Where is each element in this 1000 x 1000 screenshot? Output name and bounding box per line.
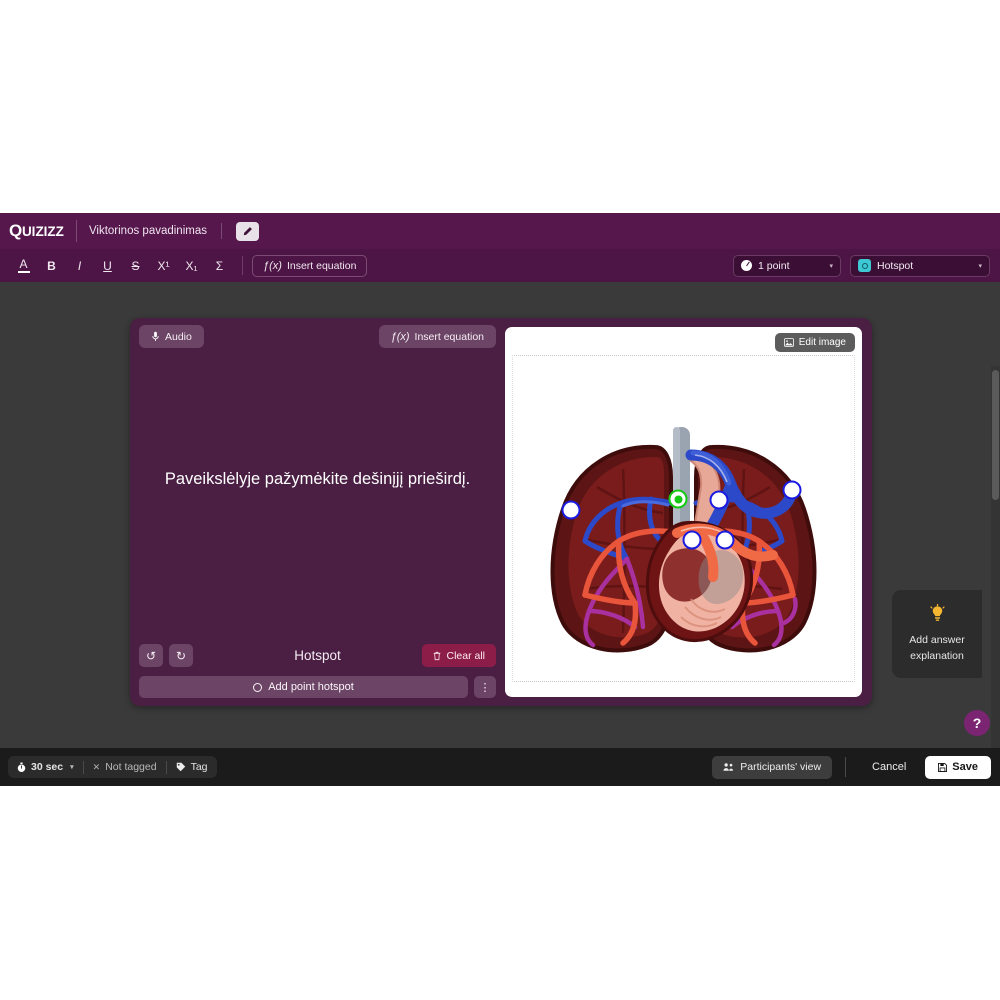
insert-equation-button[interactable]: ƒ(x) Insert equation (252, 254, 368, 277)
participants-view-button[interactable]: Participants' view (712, 755, 833, 779)
points-value: 1 point (758, 259, 790, 272)
hotspot-left-lung[interactable] (561, 500, 581, 520)
question-type-select[interactable]: Hotspot ▾ (850, 254, 990, 277)
trash-icon (434, 651, 441, 660)
lungs-heart-illustration (505, 327, 862, 697)
fx-icon-2: ƒ(x) (390, 330, 410, 343)
hotspot-more-options-button[interactable]: ⋮ (474, 676, 496, 698)
editor-footer: 30 sec ▾ ✕ Not tagged Tag Participants' … (0, 748, 1000, 786)
save-button[interactable]: Save (925, 755, 991, 779)
toolbar-right-group: 1 point ▾ Hotspot ▾ (733, 254, 990, 277)
floppy-icon (938, 762, 948, 772)
circle-icon (253, 682, 263, 692)
save-label: Save (952, 761, 978, 773)
footer-vertical-divider (845, 757, 847, 777)
audio-label: Audio (165, 330, 192, 343)
quizizz-logo[interactable]: Q UIZIZZ (9, 221, 64, 241)
logo-q: Q (9, 221, 22, 240)
footer-left-group: 30 sec ▾ ✕ Not tagged Tag (8, 756, 217, 778)
tag-button[interactable]: Tag (167, 756, 217, 778)
edit-title-button[interactable] (235, 221, 259, 241)
insert-equation-card-label: Insert equation (414, 330, 484, 343)
fx-icon: ƒ(x) (263, 259, 282, 272)
question-text[interactable]: Paveikslėlyje pažymėkite dešinįjį prieši… (144, 468, 491, 490)
edit-image-label: Edit image (798, 337, 846, 348)
hotspot-icon (858, 259, 871, 272)
superscript-button[interactable]: X¹ (152, 255, 175, 277)
add-answer-explanation-button[interactable]: Add answer explanation (892, 590, 982, 678)
text-color-underline (17, 271, 30, 273)
clear-all-button[interactable]: Clear all (422, 644, 496, 667)
add-point-hotspot-label: Add point hotspot (268, 681, 354, 693)
text-color-button[interactable]: A (12, 255, 35, 277)
question-card: Audio ƒ(x) Insert equation Paveikslėlyje… (130, 318, 872, 706)
insert-equation-label: Insert equation (286, 259, 357, 272)
chevron-down-icon: ▾ (829, 262, 833, 270)
hotspot-left-ventricle[interactable] (715, 530, 735, 550)
timer-select[interactable]: 30 sec ▾ (8, 756, 83, 778)
bold-button[interactable]: B (40, 255, 63, 277)
help-button[interactable]: ? (964, 710, 990, 736)
not-tagged-label: Not tagged (105, 761, 157, 773)
hotspot-right-atrium[interactable] (668, 489, 688, 509)
text-color-label: A (19, 257, 28, 271)
hotspot-panel-actions: Add point hotspot ⋮ (139, 676, 496, 698)
chevron-down-icon-timer: ▾ (70, 764, 74, 771)
hotspot-panel-header: ↺ ↻ Hotspot Clear all (139, 642, 496, 669)
people-icon (723, 763, 734, 771)
lightbulb-icon (928, 604, 947, 627)
clear-all-label: Clear all (446, 649, 485, 662)
header-divider (75, 220, 77, 242)
toolbar-divider (242, 256, 243, 275)
hotspot-right-ventricle[interactable] (682, 530, 702, 550)
add-point-hotspot-button[interactable]: Add point hotspot (139, 676, 468, 698)
participants-view-label: Participants' view (740, 761, 822, 773)
question-image-pane: Edit image (505, 327, 862, 697)
not-tagged-chip[interactable]: ✕ Not tagged (84, 756, 166, 778)
clock-icon (741, 260, 752, 271)
close-icon: ✕ (92, 761, 101, 772)
microphone-icon (152, 331, 159, 341)
question-left-pane: Audio ƒ(x) Insert equation Paveikslėlyje… (130, 318, 505, 706)
logo-rest: UIZIZZ (21, 223, 64, 239)
anatomy-svg (550, 427, 817, 653)
cancel-button[interactable]: Cancel (859, 756, 919, 779)
strikethrough-button[interactable]: S (124, 255, 147, 277)
header-divider-2 (220, 223, 222, 239)
footer-right-group: Participants' view Cancel Save (712, 755, 991, 779)
insert-equation-card-button[interactable]: ƒ(x) Insert equation (378, 325, 496, 348)
edit-image-button[interactable]: Edit image (774, 333, 855, 352)
quizizz-editor-window: Q UIZIZZ Viktorinos pavadinimas A B I U S… (0, 213, 1000, 786)
underline-button[interactable]: U (96, 255, 119, 277)
editor-body: Audio ƒ(x) Insert equation Paveikslėlyje… (0, 282, 1000, 786)
pencil-icon (243, 226, 252, 235)
tag-icon (176, 762, 185, 772)
tag-label: Tag (190, 761, 208, 773)
stopwatch-icon (17, 762, 26, 772)
timer-label: 30 sec (31, 761, 64, 773)
hotspot-right-lung[interactable] (782, 480, 802, 500)
chevron-down-icon-2: ▾ (978, 262, 982, 270)
hotspot-left-atrium[interactable] (709, 490, 729, 510)
question-type-value: Hotspot (877, 259, 914, 272)
add-answer-explanation-label: Add answer explanation (909, 634, 965, 662)
subscript-button[interactable]: X₁ (180, 255, 203, 277)
hotspot-panel: ↺ ↻ Hotspot Clear all Add point hotspot … (139, 642, 496, 698)
points-select[interactable]: 1 point ▾ (733, 254, 841, 277)
audio-button[interactable]: Audio (139, 325, 204, 348)
page-scrollbar-thumb[interactable] (992, 370, 999, 500)
italic-button[interactable]: I (68, 255, 91, 277)
app-header: Q UIZIZZ Viktorinos pavadinimas (0, 213, 1000, 249)
formatting-toolbar: A B I U S X¹ X₁ Σ ƒ(x) Insert equation 1… (0, 249, 1000, 282)
quiz-title[interactable]: Viktorinos pavadinimas (89, 225, 207, 237)
special-character-button[interactable]: Σ (208, 255, 231, 277)
picture-icon (783, 338, 794, 347)
